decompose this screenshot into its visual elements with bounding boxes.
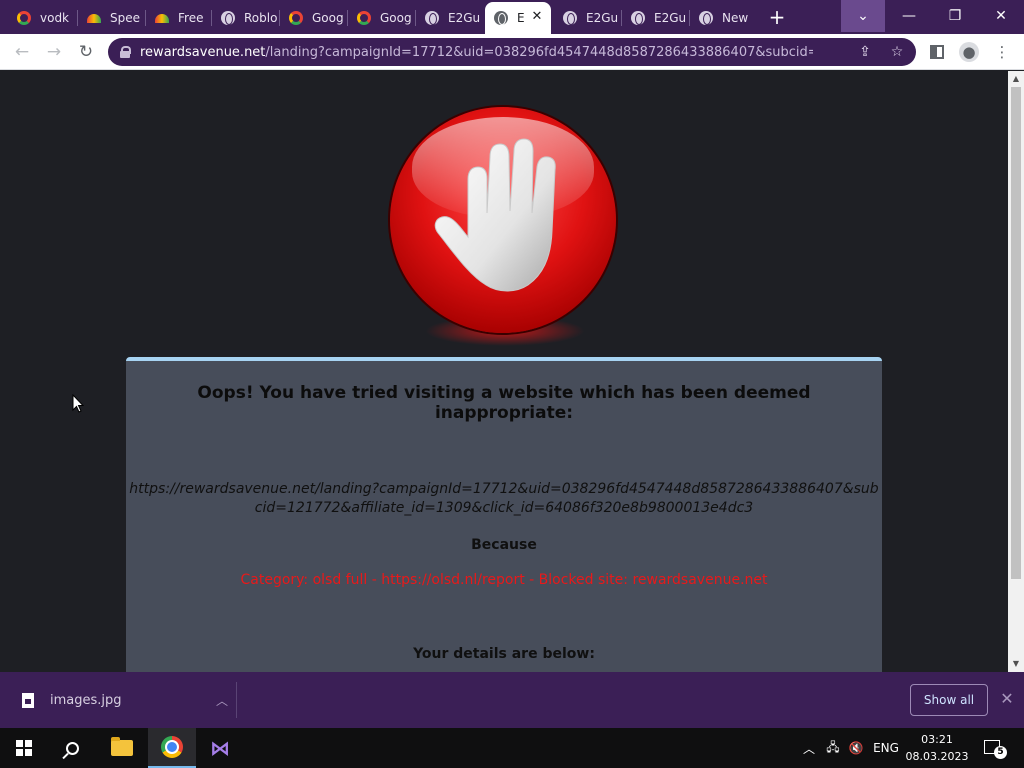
menu-kebab-icon[interactable]: ⋮ [992, 42, 1012, 62]
scroll-up-arrow-icon[interactable]: ▲ [1008, 71, 1024, 87]
chrome-icon [161, 736, 183, 758]
chrome-taskbar-button[interactable] [148, 728, 196, 768]
tab-label: Free [178, 11, 204, 25]
tab-label: E2Gu [654, 11, 687, 25]
visual-studio-icon: ⋈ [210, 736, 230, 760]
clock[interactable]: 03:21 08.03.2023 [904, 731, 970, 765]
tab-label: Goog [380, 11, 412, 25]
download-shelf: images.jpg ︿ Show all ✕ [0, 672, 1024, 728]
share-icon[interactable]: ⇪ [856, 43, 874, 61]
mouse-cursor-icon [72, 394, 84, 413]
scroll-down-arrow-icon[interactable]: ▼ [1008, 656, 1024, 672]
profile-avatar[interactable]: ● [959, 42, 979, 62]
globe-icon [562, 10, 578, 26]
globe-icon [630, 10, 646, 26]
windows-logo-icon [16, 740, 32, 756]
chrome-icon [698, 10, 714, 26]
visual-studio-button[interactable]: ⋈ [196, 728, 244, 768]
globe-icon [220, 10, 236, 26]
google-icon [356, 10, 372, 26]
tab-e2gu-2[interactable]: E2Gu [554, 4, 620, 32]
reload-button[interactable]: ↻ [74, 40, 98, 64]
forward-button[interactable]: → [42, 40, 66, 64]
hand-icon [434, 138, 556, 292]
notification-center-button[interactable]: 5 [980, 736, 1007, 760]
because-label: Because [471, 537, 537, 553]
globe-icon [424, 10, 440, 26]
lock-icon[interactable] [120, 46, 131, 58]
google-icon [288, 10, 304, 26]
tab-label: E [517, 11, 525, 25]
bookmark-star-icon[interactable]: ☆ [888, 43, 906, 61]
tab-active[interactable]: E ✕ [485, 2, 551, 34]
scroll-thumb[interactable] [1011, 87, 1021, 579]
tab-google-1[interactable]: Goog [280, 4, 346, 32]
chevron-up-icon[interactable]: ︿ [216, 692, 228, 709]
minimize-button[interactable]: — [886, 0, 932, 32]
windows-taskbar: ⋈ ︿ 🖧 🔇 ENG 03:21 08.03.2023 5 [0, 728, 1024, 768]
volume-muted-icon[interactable]: 🔇 [846, 728, 866, 768]
tab-label: Roblo [244, 11, 278, 25]
tab-label: Spee [110, 11, 140, 25]
globe-icon [493, 10, 509, 26]
stop-hand-icon [390, 107, 616, 333]
tab-vodk[interactable]: vodk [8, 4, 76, 32]
url-path: /landing?campaignId=17712&uid=038296fd45… [265, 44, 814, 60]
file-explorer-button[interactable] [98, 728, 146, 768]
side-panel-icon[interactable] [927, 42, 947, 62]
tab-search-button[interactable]: ⌄ [841, 0, 885, 32]
tab-google-2[interactable]: Goog [348, 4, 414, 32]
page-viewport: Oops! You have tried visiting a website … [0, 71, 1008, 672]
tab-label: New [722, 11, 749, 25]
tab-label: vodk [40, 11, 70, 25]
close-downloads-icon[interactable]: ✕ [998, 688, 1016, 710]
show-all-button[interactable]: Show all [910, 684, 988, 716]
tray-chevron-up-icon[interactable]: ︿ [800, 728, 818, 768]
block-message-panel: Oops! You have tried visiting a website … [126, 357, 882, 672]
tab-label: Goog [312, 11, 344, 25]
tab-label: E2Gu [448, 11, 481, 25]
details-heading: Your details are below: [413, 646, 595, 662]
url-host: rewardsavenue.net [140, 44, 266, 60]
speedtest-icon [86, 10, 102, 26]
search-icon [65, 741, 79, 755]
tab-strip: vodk Spee Free Roblo Goog Goog E2Gu E ✕ … [0, 0, 1024, 34]
google-icon [16, 10, 32, 26]
clock-date: 08.03.2023 [905, 750, 969, 763]
blocked-url: https://rewardsavenue.net/landing?campai… [129, 481, 879, 516]
tab-label: E2Gu [586, 11, 619, 25]
tab-close-icon[interactable]: ✕ [529, 9, 545, 25]
address-bar[interactable]: rewardsavenue.net /landing?campaignId=17… [108, 38, 916, 66]
tab-speed[interactable]: Spee [78, 4, 144, 32]
page-title: Oops! You have tried visiting a website … [197, 383, 811, 423]
folder-icon [111, 737, 133, 756]
download-separator [236, 682, 237, 718]
browser-toolbar: ← → ↻ rewardsavenue.net /landing?campaig… [0, 34, 1024, 70]
tab-free[interactable]: Free [146, 4, 210, 32]
image-file-icon [22, 692, 34, 708]
block-reason: Category: olsd full - https://olsd.nl/re… [240, 572, 768, 588]
speedtest-icon [154, 10, 170, 26]
maximize-button[interactable]: ❐ [932, 0, 978, 32]
tab-roblox[interactable]: Roblo [212, 4, 278, 32]
download-file-name: images.jpg [50, 692, 122, 708]
language-indicator[interactable]: ENG [870, 728, 902, 768]
back-button[interactable]: ← [10, 40, 34, 64]
start-button[interactable] [0, 728, 48, 768]
new-tab-button[interactable]: + [765, 5, 789, 29]
network-icon[interactable]: 🖧 [822, 728, 844, 768]
clock-time: 03:21 [921, 733, 953, 746]
tab-e2gu-3[interactable]: E2Gu [622, 4, 688, 32]
window-close-button[interactable]: ✕ [978, 0, 1024, 32]
page-scrollbar[interactable]: ▲ ▼ [1008, 71, 1024, 672]
tab-e2gu-1[interactable]: E2Gu [416, 4, 482, 32]
download-item[interactable]: images.jpg ︿ [12, 682, 234, 718]
search-button[interactable] [48, 728, 96, 768]
notification-count: 5 [994, 746, 1007, 759]
tab-new[interactable]: New [690, 4, 756, 32]
